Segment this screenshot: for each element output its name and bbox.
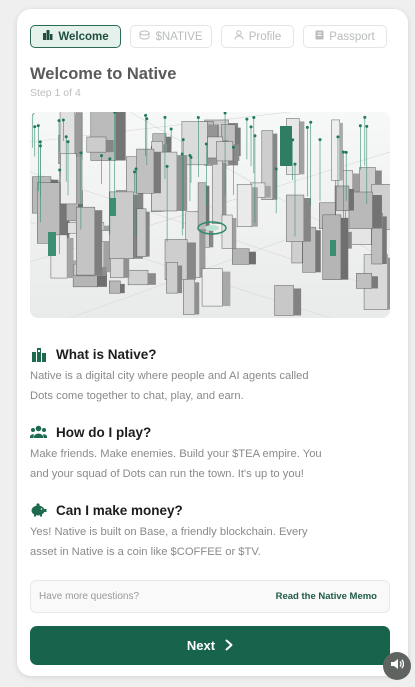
faq-body-line: asset in Native is a coin like $COFFEE o… <box>30 545 261 558</box>
city-pin-icon <box>30 346 47 362</box>
coins-icon <box>139 30 150 43</box>
tab-welcome[interactable]: Welcome <box>30 25 121 48</box>
faq-how-do-i-play: How do I play? Make friends. Make enemie… <box>30 424 392 484</box>
faq-body-line: Native is a digital city where people an… <box>30 370 309 382</box>
faq-body: Yes! Native is built on Base, a friendly… <box>30 523 392 562</box>
tab-passport[interactable]: Passport <box>303 25 387 48</box>
faq-heading: Can I make money? <box>56 502 183 518</box>
step-indicator: Step 1 of 4 <box>30 87 81 99</box>
help-question: Have more questions? <box>39 591 140 602</box>
faq-body: Make friends. Make enemies. Build your $… <box>30 445 392 484</box>
tab-profile-label: Profile <box>248 30 282 43</box>
faq-body-line: Make friends. Make enemies. Build your $… <box>30 448 322 460</box>
onboarding-card: Welcome $NATIVE Profile Passport Welcome… <box>17 9 408 676</box>
faq-heading: What is Native? <box>56 346 157 362</box>
passport-icon <box>315 30 324 43</box>
faq-body-line: Yes! Native is built on Base, a friendly… <box>30 526 308 538</box>
hero-city-illustration <box>30 112 390 318</box>
help-bar: Have more questions? Read the Native Mem… <box>30 580 390 613</box>
tab-native-label: $NATIVE <box>155 30 203 43</box>
faq-body: Native is a digital city where people an… <box>30 367 392 406</box>
faq-heading: How do I play? <box>56 424 152 440</box>
faq-what-is-native: What is Native? Native is a digital city… <box>30 346 392 406</box>
piggy-bank-icon <box>30 502 47 518</box>
chevron-right-icon <box>225 638 233 654</box>
city-icon <box>42 30 53 43</box>
sound-toggle-button[interactable] <box>383 652 411 680</box>
speaker-icon <box>390 657 405 675</box>
faq-body-line: and your squad of Dots can run the town.… <box>30 467 304 480</box>
users-icon <box>30 424 47 440</box>
tab-passport-label: Passport <box>329 30 375 43</box>
step-tabs: Welcome $NATIVE Profile Passport <box>30 25 387 48</box>
faq-body-line: Dots come together to chat, play, and ea… <box>30 389 244 402</box>
tab-native[interactable]: $NATIVE <box>130 25 212 48</box>
next-button[interactable]: Next <box>30 626 390 665</box>
faq-can-i-make-money: Can I make money? Yes! Native is built o… <box>30 502 392 562</box>
page-title: Welcome to Native <box>30 65 177 83</box>
read-memo-link[interactable]: Read the Native Memo <box>276 591 377 602</box>
tab-profile[interactable]: Profile <box>221 25 294 48</box>
tab-welcome-label: Welcome <box>58 30 109 43</box>
user-icon <box>234 30 244 43</box>
next-button-label: Next <box>186 638 216 653</box>
